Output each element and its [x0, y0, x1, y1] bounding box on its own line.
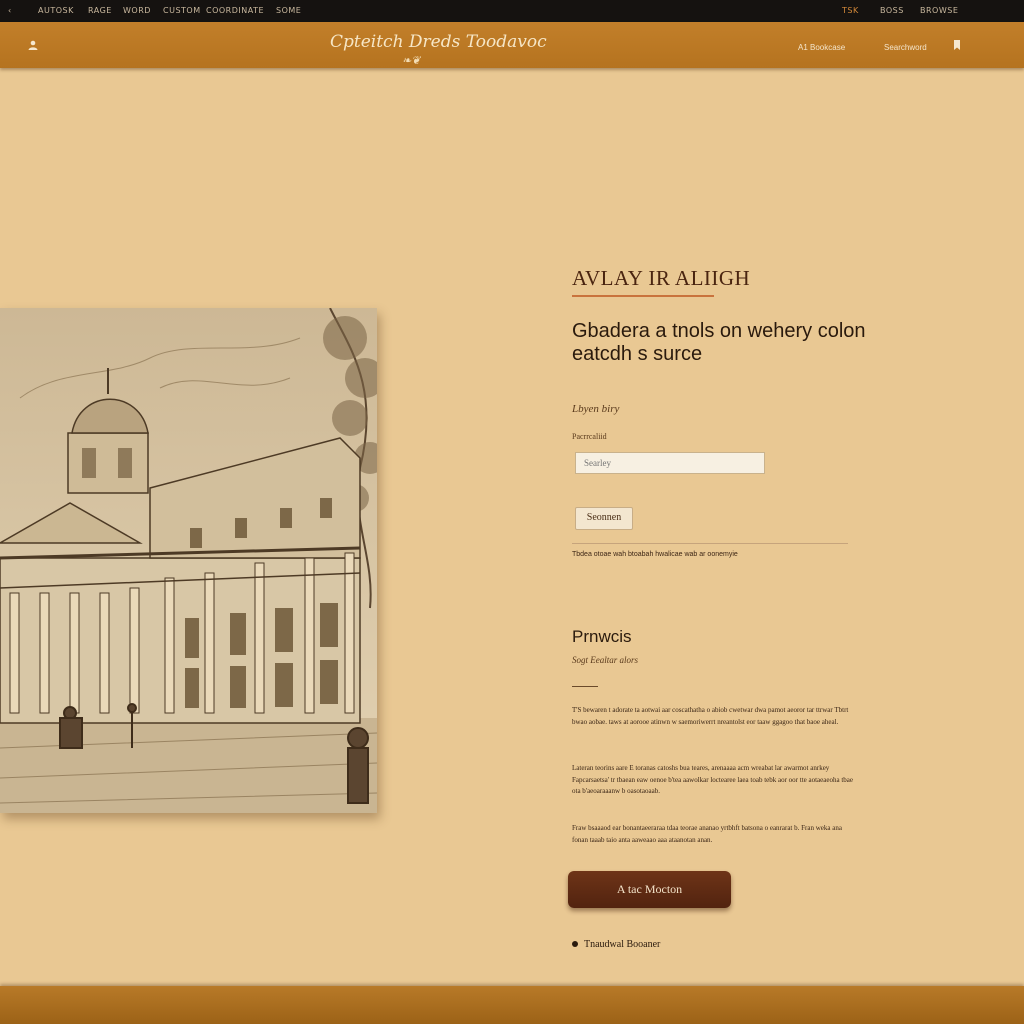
eyebrow-underline: [572, 295, 714, 297]
topbar-item-some[interactable]: SOME: [276, 6, 301, 15]
section-paragraph-3: Fraw bsaaaod ear bonantaeeraraa tdaa teo…: [572, 824, 842, 844]
topbar-item-autosk[interactable]: AUTOSK: [38, 6, 74, 15]
topbar-item-boss[interactable]: BOSS: [880, 6, 904, 15]
bullet-link[interactable]: Tnaudwal Booaner: [584, 939, 660, 950]
site-logo[interactable]: Cpteitch Dreds Toodavoc ❧❦: [330, 32, 547, 67]
bullet-icon: [572, 941, 578, 947]
site-footer: [0, 986, 1024, 1024]
bookmark-icon[interactable]: [951, 39, 963, 51]
back-icon[interactable]: ‹: [8, 6, 12, 15]
search-section-label: Lbyen biry: [572, 403, 620, 415]
logo-flourish: ❧❦: [402, 54, 421, 67]
section-paragraph-1: T'S bewaren t adorate ta aotwai aar cosc…: [572, 706, 849, 726]
nav-link-searchword[interactable]: Searchword: [884, 43, 927, 52]
section-divider: [572, 543, 848, 544]
topbar-item-browse[interactable]: BROWSE: [920, 6, 958, 15]
topbar-item-custom[interactable]: CUSTOM: [163, 6, 201, 15]
logo-text: Cpteitch Dreds Toodavoc: [330, 32, 547, 52]
top-system-bar: ‹ AUTOSK RAGE WORD CUSTOM COORDINATE SOM…: [0, 0, 1024, 22]
nav-link-bookcase[interactable]: A1 Bookcase: [798, 43, 845, 52]
user-icon[interactable]: [27, 39, 39, 51]
search-input[interactable]: [575, 452, 765, 474]
topbar-item-rage[interactable]: RAGE: [88, 6, 112, 15]
cta-button[interactable]: A tac Mocton: [568, 871, 731, 908]
section-paragraph-2: Lateran teorins aare E toranas catoshs b…: [572, 764, 854, 795]
section-title: Prnwcis: [572, 627, 632, 646]
search-button[interactable]: Seonnen: [575, 507, 633, 530]
section-rule: [572, 686, 598, 687]
section-subtitle: Sogt Eealtar alors: [572, 655, 639, 665]
search-note: Tbdea otoae wah btoabah hwalicae wab ar …: [572, 551, 738, 558]
panel-headline: Gbadera a tnols on wehery colon eatcdh s…: [572, 320, 866, 365]
topbar-item-coordinate[interactable]: COORDINATE: [206, 6, 264, 15]
sketch-drawing: [0, 308, 377, 813]
building-sketch-image: [0, 308, 377, 813]
site-header: Cpteitch Dreds Toodavoc ❧❦ A1 Bookcase S…: [0, 22, 1024, 68]
topbar-item-tsk[interactable]: TSK: [842, 6, 859, 15]
search-field-label: Pacrrcaliid: [572, 432, 607, 441]
topbar-item-word[interactable]: WORD: [123, 6, 151, 15]
panel-eyebrow: AVLAY IR ALIIGH: [572, 266, 751, 290]
